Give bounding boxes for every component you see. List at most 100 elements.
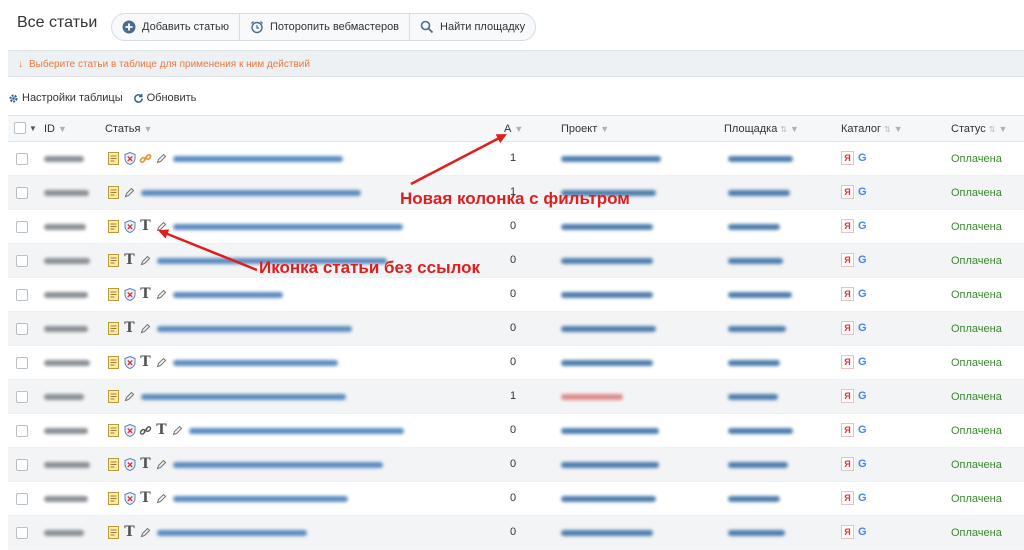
edit-pen-icon[interactable] xyxy=(139,254,152,267)
site-link[interactable] xyxy=(728,326,786,332)
hurry-webmasters-button[interactable]: Поторопить вебмастеров xyxy=(240,14,411,40)
column-article[interactable]: Статья ▼ xyxy=(105,123,152,135)
table-row[interactable]: T 0 Я G Оплачена xyxy=(8,516,1024,550)
row-checkbox[interactable] xyxy=(16,289,28,301)
article-link[interactable] xyxy=(173,292,283,298)
project-link[interactable] xyxy=(561,326,656,332)
row-checkbox[interactable] xyxy=(16,255,28,267)
row-checkbox[interactable] xyxy=(16,323,28,335)
article-link[interactable] xyxy=(141,190,361,196)
table-row[interactable]: T 0 Я G Оплачена xyxy=(8,312,1024,346)
project-link[interactable] xyxy=(561,394,623,400)
row-checkbox[interactable] xyxy=(16,221,28,233)
edit-pen-icon[interactable] xyxy=(123,390,136,403)
edit-pen-icon[interactable] xyxy=(139,526,152,539)
site-link[interactable] xyxy=(728,394,778,400)
site-link[interactable] xyxy=(728,462,788,468)
table-row[interactable]: 1 Я G Оплачена xyxy=(8,380,1024,414)
column-a[interactable]: A ▼ xyxy=(504,123,523,135)
row-checkbox[interactable] xyxy=(16,153,28,165)
article-link[interactable] xyxy=(173,224,403,230)
site-link[interactable] xyxy=(728,190,790,196)
edit-pen-icon[interactable] xyxy=(155,356,168,369)
row-checkbox[interactable] xyxy=(16,527,28,539)
edit-pen-icon[interactable] xyxy=(155,492,168,505)
edit-pen-icon[interactable] xyxy=(123,186,136,199)
column-project[interactable]: Проект ▼ xyxy=(561,123,609,135)
site-link[interactable] xyxy=(728,360,780,366)
site-link[interactable] xyxy=(728,258,783,264)
status-badge: Оплачена xyxy=(951,255,1002,267)
select-all-checkbox[interactable]: ▼ xyxy=(14,122,37,134)
filter-icon[interactable]: ▼ xyxy=(894,124,903,134)
column-catalog[interactable]: Каталог ⇅ ▼ xyxy=(841,123,903,135)
table-row[interactable]: T 0 Я G Оплачена xyxy=(8,482,1024,516)
column-site[interactable]: Площадка ⇅ ▼ xyxy=(724,123,799,135)
filter-icon[interactable]: ▼ xyxy=(143,124,152,134)
edit-pen-icon[interactable] xyxy=(139,322,152,335)
table-row[interactable]: T 0 Я G Оплачена xyxy=(8,414,1024,448)
filter-icon[interactable]: ▼ xyxy=(514,124,523,134)
site-link[interactable] xyxy=(728,156,793,162)
edit-pen-icon[interactable] xyxy=(171,424,184,437)
column-status[interactable]: Статус ⇅ ▼ xyxy=(951,123,1007,135)
row-checkbox[interactable] xyxy=(16,391,28,403)
a-count: 0 xyxy=(510,424,517,436)
article-link[interactable] xyxy=(157,326,352,332)
article-link[interactable] xyxy=(189,428,404,434)
row-checkbox[interactable] xyxy=(16,493,28,505)
filter-icon[interactable]: ▼ xyxy=(790,124,799,134)
table-row[interactable]: 1 Я G Оплачена xyxy=(8,142,1024,176)
row-checkbox[interactable] xyxy=(16,425,28,437)
sort-icon[interactable]: ⇅ xyxy=(884,125,891,134)
filter-icon[interactable]: ▼ xyxy=(998,124,1007,134)
chevron-down-icon[interactable]: ▼ xyxy=(29,124,37,133)
site-link[interactable] xyxy=(728,292,792,298)
row-checkbox[interactable] xyxy=(16,459,28,471)
project-link[interactable] xyxy=(561,258,653,264)
site-link[interactable] xyxy=(728,428,793,434)
article-icons: T xyxy=(107,321,152,335)
project-link[interactable] xyxy=(561,224,653,230)
project-link[interactable] xyxy=(561,360,653,366)
edit-pen-icon[interactable] xyxy=(155,288,168,301)
edit-pen-icon[interactable] xyxy=(155,152,168,165)
site-link[interactable] xyxy=(728,224,780,230)
edit-pen-icon[interactable] xyxy=(155,220,168,233)
edit-pen-icon[interactable] xyxy=(155,458,168,471)
yandex-icon: Я xyxy=(841,525,854,539)
sort-icon[interactable]: ⇅ xyxy=(780,125,787,134)
article-link[interactable] xyxy=(141,394,346,400)
column-id[interactable]: ID ▼ xyxy=(44,123,67,135)
sort-icon[interactable]: ⇅ xyxy=(989,125,996,134)
table-row[interactable]: T 0 Я G Оплачена xyxy=(8,244,1024,278)
project-link[interactable] xyxy=(561,292,653,298)
table-row[interactable]: T 0 Я G Оплачена xyxy=(8,210,1024,244)
table-row[interactable]: T 0 Я G Оплачена xyxy=(8,448,1024,482)
search-icon xyxy=(420,20,434,34)
site-link[interactable] xyxy=(728,530,785,536)
refresh-link[interactable]: Обновить xyxy=(133,92,196,104)
project-link[interactable] xyxy=(561,462,659,468)
filter-icon[interactable]: ▼ xyxy=(58,124,67,134)
table-row[interactable]: T 0 Я G Оплачена xyxy=(8,346,1024,380)
article-link[interactable] xyxy=(157,530,307,536)
article-link[interactable] xyxy=(173,462,383,468)
row-checkbox[interactable] xyxy=(16,357,28,369)
project-link[interactable] xyxy=(561,428,659,434)
row-checkbox[interactable] xyxy=(16,187,28,199)
table-settings-link[interactable]: Настройки таблицы xyxy=(8,92,123,104)
filter-icon[interactable]: ▼ xyxy=(600,124,609,134)
article-link[interactable] xyxy=(173,360,338,366)
project-link[interactable] xyxy=(561,156,661,162)
column-site-label: Площадка xyxy=(724,123,778,135)
project-link[interactable] xyxy=(561,530,653,536)
article-link[interactable] xyxy=(173,156,343,162)
site-link[interactable] xyxy=(728,496,780,502)
project-link[interactable] xyxy=(561,496,656,502)
catalog-marks: Я G xyxy=(841,355,867,369)
table-row[interactable]: T 0 Я G Оплачена xyxy=(8,278,1024,312)
find-site-button[interactable]: Найти площадку xyxy=(410,14,535,40)
add-article-button[interactable]: Добавить статью xyxy=(112,14,240,40)
article-link[interactable] xyxy=(173,496,348,502)
